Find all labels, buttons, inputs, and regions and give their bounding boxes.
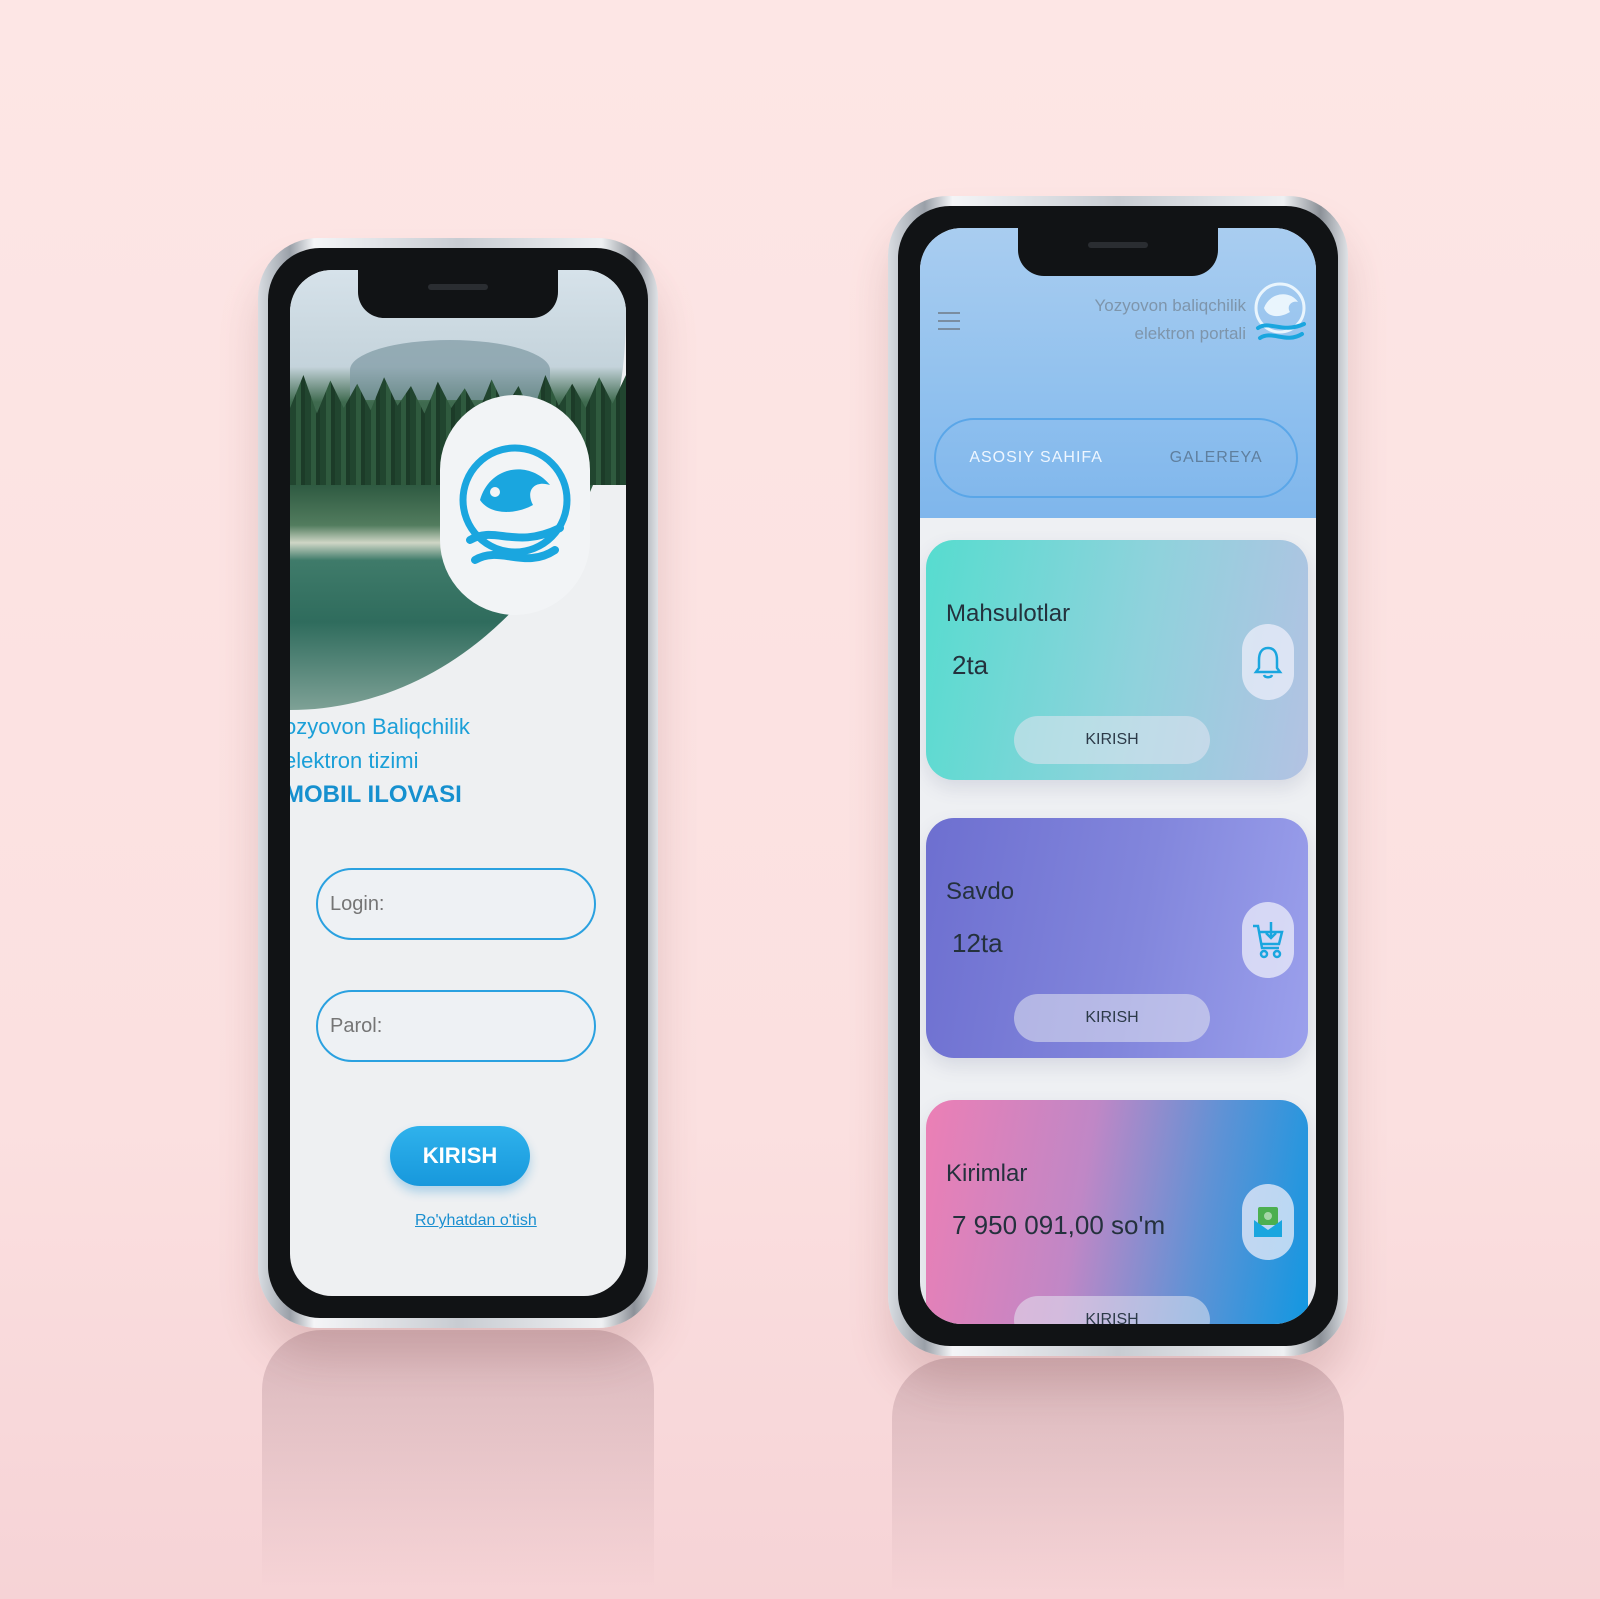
fish-wave-logo-icon (459, 444, 571, 564)
app-title-line2: elektron tizimi (290, 748, 419, 773)
card-title: Savdo (946, 878, 1015, 905)
login-screen: ozyovon Baliqchilik elektron tizimi MOBI… (290, 270, 626, 1296)
login-phone: ozyovon Baliqchilik elektron tizimi MOBI… (258, 238, 658, 1328)
phone-notch (1018, 228, 1218, 276)
phone-bezel: ozyovon Baliqchilik elektron tizimi MOBI… (268, 248, 648, 1318)
phone-bezel: Yozyovon baliqchilik elektron portali AS… (898, 206, 1338, 1346)
card-value: 7 950 091,00 so'm (952, 1210, 1166, 1240)
menu-line (938, 320, 960, 322)
bell-icon-glyph (1253, 646, 1283, 679)
speaker-grille (428, 284, 488, 290)
money-envelope-icon (1242, 1184, 1294, 1260)
tab-gallery[interactable]: GALEREYA (1170, 449, 1263, 467)
app-logo (440, 395, 590, 615)
cart-icon-glyph (1253, 922, 1284, 959)
tab-home[interactable]: ASOSIY SAHIFA (969, 449, 1103, 467)
bell-icon (1242, 624, 1294, 700)
dashboard-phone-reflection (892, 1358, 1344, 1594)
card-title: Mahsulotlar (946, 600, 1071, 627)
card-value: 2ta (952, 650, 989, 680)
app-title: ozyovon Baliqchilik elektron tizimi MOBI… (290, 710, 470, 812)
login-phone-reflection (262, 1330, 654, 1590)
scene: ozyovon Baliqchilik elektron tizimi MOBI… (0, 0, 1600, 1599)
phone-notch (358, 270, 558, 318)
register-link[interactable]: Ro'yhatdan o'tish (415, 1212, 537, 1230)
hamburger-menu-icon[interactable] (938, 312, 960, 330)
card-title: Kirimlar (946, 1160, 1028, 1187)
menu-line (938, 312, 960, 314)
trade-enter-button[interactable]: KIRISH (1014, 994, 1210, 1042)
login-input[interactable] (316, 868, 596, 940)
portal-title-line1: Yozyovon baliqchilik (1094, 296, 1246, 315)
income-enter-button[interactable]: KIRISH (1014, 1296, 1210, 1324)
tab-bar: ASOSIY SAHIFA GALEREYA (934, 418, 1298, 498)
card-value: 12ta (952, 928, 1003, 958)
cart-download-icon (1242, 902, 1294, 978)
trade-card: Savdo 12ta KIRISH (926, 818, 1308, 1058)
income-card: Kirimlar 7 950 091,00 so'm KIRISH (926, 1100, 1308, 1324)
speaker-grille (1088, 242, 1148, 248)
fish-wave-logo-icon (1254, 282, 1306, 340)
portal-title: Yozyovon baliqchilik elektron portali (1094, 292, 1246, 348)
portal-title-line2: elektron portali (1134, 324, 1246, 343)
menu-line (938, 328, 960, 330)
app-title-line3: MOBIL ILOVASI (290, 781, 462, 808)
products-card: Mahsulotlar 2ta KIRISH (926, 540, 1308, 780)
money-icon-glyph (1254, 1207, 1282, 1237)
dashboard-phone: Yozyovon baliqchilik elektron portali AS… (888, 196, 1348, 1356)
app-title-line1: ozyovon Baliqchilik (290, 714, 470, 739)
dashboard-screen: Yozyovon baliqchilik elektron portali AS… (920, 228, 1316, 1324)
password-input[interactable] (316, 990, 596, 1062)
products-enter-button[interactable]: KIRISH (1014, 716, 1210, 764)
login-submit-button[interactable]: KIRISH (390, 1126, 530, 1186)
